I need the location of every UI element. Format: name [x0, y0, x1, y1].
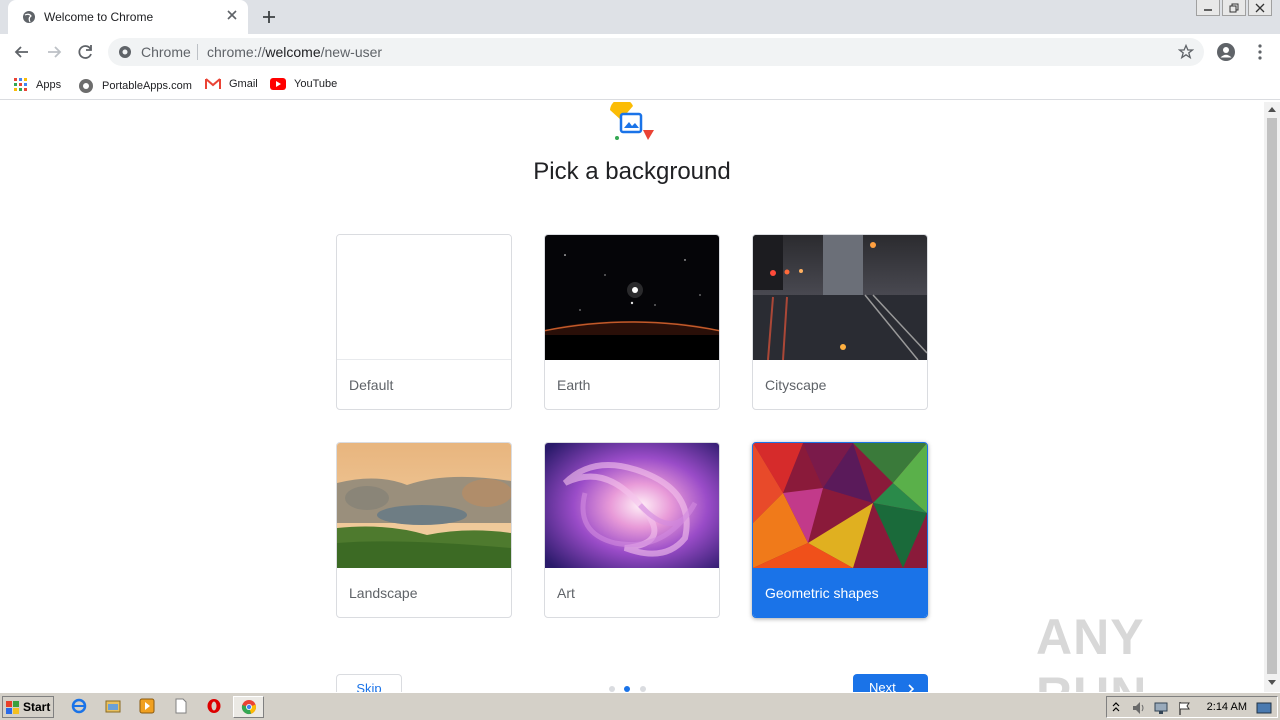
windows-taskbar: Start 2:14 AM	[0, 692, 1280, 720]
browser-toolbar: Chrome chrome://welcome/new-user	[0, 34, 1280, 70]
omnibox[interactable]: Chrome chrome://welcome/new-user	[108, 38, 1204, 66]
page-content: Pick a background Default Earth Cityscap…	[0, 102, 1264, 692]
omnibox-separator	[197, 44, 198, 60]
card-label: Cityscape	[765, 377, 827, 393]
apps-grid-icon	[14, 78, 27, 91]
portableapps-icon	[79, 79, 93, 93]
gmail-icon	[205, 78, 221, 90]
omnibox-chip: Chrome	[141, 44, 191, 60]
clock: 2:14 AM	[1206, 701, 1247, 713]
bookmark-label: YouTube	[294, 78, 338, 90]
skip-button[interactable]: Skip	[336, 674, 402, 692]
bookmark-star-icon[interactable]	[1178, 44, 1194, 60]
card-label: Art	[557, 585, 575, 601]
network-icon[interactable]	[1153, 700, 1169, 716]
watermark: ANY RUN	[1036, 609, 1146, 692]
globe-icon	[23, 11, 35, 23]
ie-icon[interactable]	[71, 698, 87, 714]
scroll-down-icon[interactable]	[1268, 680, 1276, 686]
media-player-icon[interactable]	[139, 698, 155, 714]
youtube-icon	[270, 78, 286, 90]
tab-welcome[interactable]: Welcome to Chrome	[8, 0, 248, 34]
start-button[interactable]: Start	[2, 696, 54, 718]
cityscape-thumbnail	[753, 235, 927, 360]
window-controls	[1196, 0, 1272, 18]
start-label: Start	[23, 700, 51, 714]
default-thumbnail	[337, 235, 511, 360]
art-thumbnail	[545, 443, 719, 568]
bookmarks-bar: Apps PortableApps.com Gmail YouTube	[0, 70, 1280, 100]
bookmark-gmail[interactable]: Gmail	[205, 78, 258, 90]
show-desktop-icon[interactable]	[1256, 700, 1272, 716]
back-icon[interactable]	[12, 42, 32, 62]
system-tray: 2:14 AM	[1106, 696, 1278, 718]
card-label: Landscape	[349, 585, 418, 601]
show-hidden-icons-icon[interactable]	[1112, 701, 1120, 713]
bookmark-label: Apps	[36, 79, 62, 91]
geometric-thumbnail	[753, 443, 927, 568]
close-tab-icon[interactable]	[224, 7, 240, 23]
page-title: Pick a background	[533, 158, 731, 185]
explorer-icon[interactable]	[105, 698, 121, 714]
forward-icon[interactable]	[44, 42, 64, 62]
tab-title: Welcome to Chrome	[44, 10, 154, 24]
action-center-flag-icon[interactable]	[1177, 700, 1193, 716]
scroll-up-icon[interactable]	[1268, 106, 1276, 112]
background-card-earth[interactable]: Earth	[544, 234, 720, 410]
tab-strip: Welcome to Chrome	[0, 0, 1280, 34]
bookmark-apps[interactable]: Apps	[14, 78, 61, 92]
chrome-page-icon	[119, 46, 131, 58]
close-window-button[interactable]	[1248, 0, 1272, 16]
background-card-art[interactable]: Art	[544, 442, 720, 618]
chrome-icon	[241, 700, 256, 715]
card-label: Default	[349, 377, 394, 393]
reload-icon[interactable]	[76, 42, 96, 62]
background-card-default[interactable]: Default	[336, 234, 512, 410]
new-tab-icon[interactable]	[260, 8, 278, 26]
card-label: Geometric shapes	[765, 585, 879, 601]
scrollbar-thumb[interactable]	[1267, 118, 1277, 674]
earth-thumbnail	[545, 235, 719, 360]
minimize-button[interactable]	[1196, 0, 1220, 16]
volume-icon[interactable]	[1131, 700, 1147, 716]
background-card-landscape[interactable]: Landscape	[336, 442, 512, 618]
opera-icon[interactable]	[206, 698, 222, 714]
card-label: Earth	[557, 377, 591, 393]
windows-logo-icon	[6, 701, 19, 714]
taskbar-chrome-button[interactable]	[233, 696, 264, 718]
document-icon[interactable]	[173, 698, 189, 714]
background-card-geometric[interactable]: Geometric shapes	[752, 442, 928, 618]
landscape-thumbnail	[337, 443, 511, 568]
page-scrollbar[interactable]	[1264, 102, 1280, 692]
next-label: Next	[869, 680, 896, 692]
background-illustration-icon	[610, 102, 654, 140]
profile-avatar-icon[interactable]	[1216, 42, 1236, 62]
chevron-right-icon	[908, 684, 915, 692]
restore-button[interactable]	[1222, 0, 1246, 16]
menu-kebab-icon[interactable]	[1250, 42, 1270, 62]
bookmark-portableapps[interactable]: PortableApps.com	[78, 78, 192, 94]
background-card-cityscape[interactable]: Cityscape	[752, 234, 928, 410]
bookmark-label: Gmail	[229, 78, 258, 90]
url-text[interactable]: chrome://welcome/new-user	[207, 44, 382, 60]
bookmark-label: PortableApps.com	[102, 80, 192, 92]
next-button[interactable]: Next	[853, 674, 928, 692]
bookmark-youtube[interactable]: YouTube	[270, 78, 337, 90]
